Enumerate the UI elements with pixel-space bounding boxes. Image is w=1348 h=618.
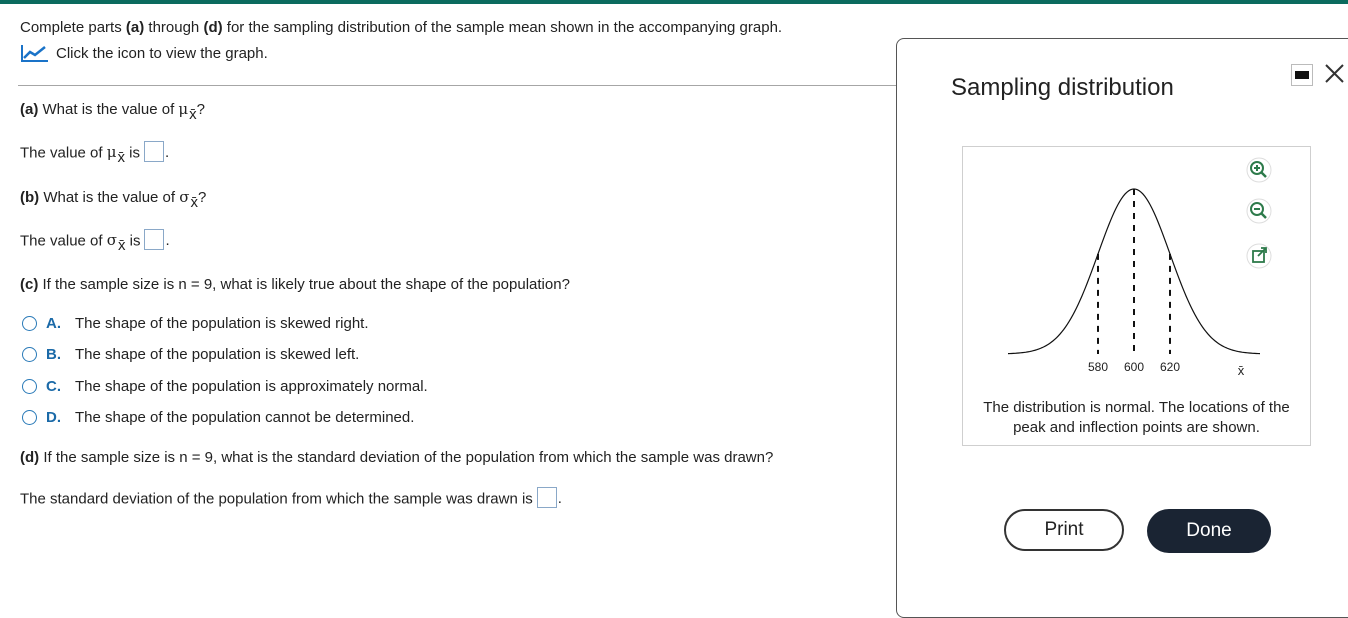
xbar-subscript: x̄ — [117, 149, 125, 167]
divider — [18, 85, 898, 86]
period: . — [165, 232, 170, 250]
choice-text[interactable]: The shape of the population is skewed le… — [75, 346, 359, 363]
minimize-button[interactable] — [1291, 64, 1313, 86]
period: . — [557, 490, 562, 508]
print-button[interactable]: Print — [1004, 509, 1124, 551]
choice-letter: B. — [46, 346, 61, 363]
part-d-question: (d) If the sample size is n = 9, what is… — [20, 449, 773, 466]
view-graph-link[interactable]: Click the icon to view the graph. — [20, 43, 782, 63]
intro-text-3: for the sampling distribution of the sam… — [222, 19, 783, 36]
part-d-label: (d) — [20, 449, 40, 466]
choice-d[interactable]: D. The shape of the population cannot be… — [22, 409, 414, 426]
popout-icon — [1246, 243, 1272, 269]
radio-button[interactable] — [22, 347, 37, 362]
part-d-answer-text: The standard deviation of the population… — [20, 490, 533, 508]
part-b-answer-input[interactable] — [144, 229, 165, 250]
zoom-out-icon — [1246, 198, 1272, 224]
part-b-answer-text: The value of — [20, 232, 107, 250]
done-button[interactable]: Done — [1147, 509, 1271, 553]
choice-text[interactable]: The shape of the population cannot be de… — [75, 409, 414, 426]
choice-a[interactable]: A. The shape of the population is skewed… — [22, 315, 369, 332]
close-icon — [1325, 64, 1344, 83]
part-d-answer: The standard deviation of the population… — [20, 487, 562, 510]
minimize-icon — [1295, 71, 1309, 79]
is-text: is — [125, 232, 141, 250]
tick-label-620: 620 — [1160, 360, 1180, 374]
part-d-question-text: If the sample size is n = 9, what is the… — [39, 449, 774, 466]
choice-b[interactable]: B. The shape of the population is skewed… — [22, 346, 359, 363]
x-axis-label: x̄ — [1238, 363, 1245, 378]
tick-labels: 580 600 620 — [1088, 360, 1180, 374]
part-c-question-text: If the sample size is n = 9, what is lik… — [38, 276, 570, 293]
graph-icon[interactable] — [20, 43, 50, 63]
popout-button[interactable] — [1246, 243, 1272, 269]
question-mark: ? — [197, 189, 207, 206]
choice-c[interactable]: C. The shape of the population is approx… — [22, 378, 428, 395]
question-mark: ? — [196, 101, 206, 118]
part-b-question-text: What is the value of — [39, 189, 180, 206]
caption-line-1: The distribution is normal. The location… — [983, 399, 1290, 416]
period: . — [164, 144, 170, 162]
part-d-answer-input[interactable] — [536, 487, 557, 508]
part-b-label: (b) — [20, 189, 40, 206]
close-button[interactable] — [1323, 61, 1347, 85]
part-b-answer: The value of σx̄ is. — [20, 229, 170, 255]
part-a-label: (a) — [20, 101, 39, 118]
xbar-subscript: x̄ — [117, 237, 126, 255]
graph-container: 580 600 620 x̄ The distribution is norma… — [962, 146, 1311, 446]
part-a-question: (a) What is the value of μx̄? — [20, 100, 206, 123]
intro-text-1: Complete parts — [20, 19, 126, 36]
choice-letter: D. — [46, 409, 61, 426]
choice-text[interactable]: The shape of the population is approxima… — [75, 378, 428, 395]
tick-label-580: 580 — [1088, 360, 1108, 374]
is-text: is — [124, 144, 140, 162]
xbar-subscript: x̄ — [189, 106, 197, 123]
radio-button[interactable] — [22, 316, 37, 331]
intro-part-d: (d) — [203, 19, 223, 36]
radio-button[interactable] — [22, 410, 37, 425]
part-a-answer: The value of μx̄ is. — [20, 141, 170, 167]
part-b-question: (b) What is the value of σx̄? — [20, 188, 207, 211]
marked-lines — [1097, 189, 1171, 354]
choice-text[interactable]: The shape of the population is skewed ri… — [75, 315, 369, 332]
zoom-in-button[interactable] — [1246, 157, 1272, 183]
view-graph-link-text[interactable]: Click the icon to view the graph. — [56, 45, 268, 62]
choice-letter: C. — [46, 378, 61, 395]
tick-label-600: 600 — [1124, 360, 1144, 374]
intro-part-a: (a) — [125, 19, 145, 36]
xbar-subscript: x̄ — [190, 194, 198, 211]
graph-dialog: Sampling distribution 580 600 620 x̄ The… — [896, 38, 1348, 618]
part-c-question: (c) If the sample size is n = 9, what is… — [20, 276, 570, 293]
zoom-in-icon — [1246, 157, 1272, 183]
caption-line-2: peak and inflection points are shown. — [1013, 419, 1260, 436]
sigma-symbol: σ — [106, 231, 117, 250]
mu-symbol: μ — [106, 143, 117, 162]
instructions: Complete parts (a) through (d) for the s… — [20, 19, 782, 63]
dialog-title: Sampling distribution — [951, 74, 1174, 101]
part-c-label: (c) — [20, 276, 39, 293]
sigma-symbol: σ — [179, 188, 190, 206]
instructions-text: Complete parts (a) through (d) for the s… — [20, 19, 782, 41]
zoom-out-button[interactable] — [1246, 198, 1272, 224]
intro-text-2: through — [144, 19, 204, 36]
part-a-answer-text: The value of — [20, 144, 107, 162]
choice-letter: A. — [46, 315, 61, 332]
part-a-question-text: What is the value of — [38, 101, 179, 118]
graph-caption: The distribution is normal. The location… — [963, 398, 1310, 438]
radio-button[interactable] — [22, 379, 37, 394]
top-accent-bar — [0, 0, 1348, 4]
mu-symbol: μ — [178, 100, 189, 118]
part-a-answer-input[interactable] — [143, 141, 164, 162]
